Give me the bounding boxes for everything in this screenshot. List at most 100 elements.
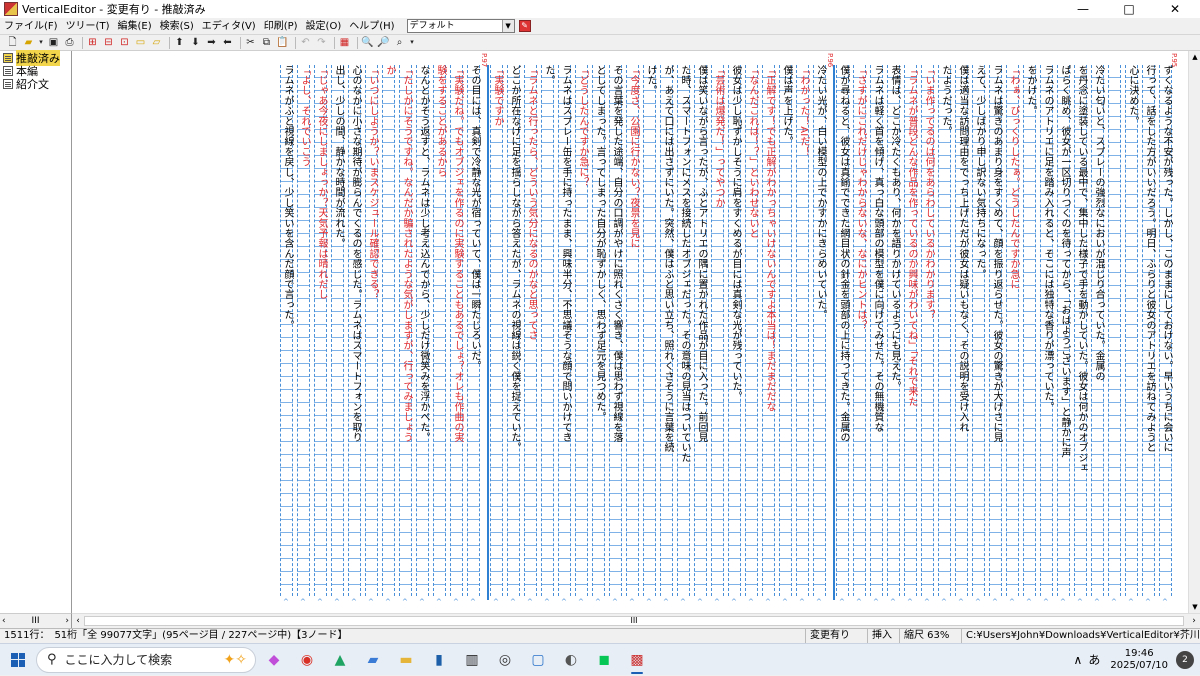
manuscript-column[interactable]: 「芸術は爆発だ！」ってやつか xyxy=(711,65,724,596)
dropdown-arrow-icon[interactable]: ▾ xyxy=(38,36,44,49)
manuscript-column[interactable]: としてしまった。言ってしまった自分が恥ずかしく、思わず足元を見つめた。 xyxy=(592,65,605,596)
google-drive-icon[interactable]: ▲ xyxy=(325,646,355,674)
manuscript-column[interactable]: 験をすることがあるから xyxy=(433,65,446,596)
chevron-right-icon[interactable]: › xyxy=(65,616,69,626)
manuscript-column[interactable]: その言葉を発した途端、自分の口調がやけに照れくさく響き、僕は思わず視線を落 xyxy=(609,65,622,596)
manuscript-column[interactable]: 心に決めた。 xyxy=(1125,65,1138,596)
manuscript-column[interactable]: ぱらく眺め、彼女が一区切りつくのを待ってから、「おはようございます」と静かに声 xyxy=(1057,65,1070,596)
manuscript-column[interactable]: 「さすがにこれだけじゃわからないな、なにかヒントは？ xyxy=(853,65,866,596)
notification-badge[interactable]: 2 xyxy=(1176,650,1194,669)
manuscript-column[interactable]: か xyxy=(382,65,395,596)
notes-app-icon[interactable]: ▰ xyxy=(358,646,388,674)
manuscript-column[interactable]: 彼女は少し恥ずかしそうに肩をすくめるが目には真剣な光が残っていた。 xyxy=(728,65,741,596)
scroll-thumb-icon[interactable]: III xyxy=(32,616,40,626)
copilot-icon[interactable]: ◆ xyxy=(259,646,289,674)
chevron-left-icon[interactable]: ‹ xyxy=(2,616,6,626)
manuscript-column[interactable]: 「どうしたんですか急に？ xyxy=(575,65,588,596)
profile-select[interactable]: デフォルト ▼ xyxy=(406,19,515,33)
arrow-up-icon[interactable]: ⬆ xyxy=(173,36,186,49)
manuscript-column[interactable]: 僕は適当な訪問理由をでっち上げただが彼女は疑いもなく、その説明を受け入れ xyxy=(955,65,968,596)
chevron-down-icon[interactable]: ▼ xyxy=(1189,601,1200,613)
manuscript-column[interactable]: その目には、真剣で冷静な光が宿っていて、僕は一瞬たじろいだ。 xyxy=(467,65,480,596)
arrow-right-icon[interactable]: ➡ xyxy=(205,36,218,49)
manuscript-column[interactable]: 冷たい匂いと、スプレーの強烈なにおいが混じり合っていた。金属の xyxy=(1091,65,1104,596)
print-icon[interactable]: ⎙ xyxy=(63,36,76,49)
manuscript-column[interactable]: 「今度さ、公園に行かない？夜景を見に xyxy=(626,65,639,596)
maximize-button[interactable]: □ xyxy=(1106,0,1152,18)
taskbar-search[interactable]: ⚲ ここに入力して検索 ✦✧ xyxy=(36,646,256,673)
video-app-icon[interactable]: ▮ xyxy=(424,646,454,674)
tree-horizontal-scrollbar[interactable]: ‹ III › xyxy=(0,613,72,628)
menu-settings[interactable]: 設定(O) xyxy=(302,19,346,34)
manuscript-column[interactable]: ラムネは驚きのあまり身をすくめて、顔を振り返らせた。彼女の驚きが大げさに見 xyxy=(989,65,1002,596)
arrow-down-icon[interactable]: ⬇ xyxy=(189,36,202,49)
manuscript-column[interactable]: 「なんだこれは！？」といわせないと xyxy=(745,65,758,596)
menu-tree[interactable]: ツリー(T) xyxy=(62,19,114,34)
manuscript-column[interactable]: 「正解です！でも正解がわかっちゃいけないんですよ本当は！まだまだだな xyxy=(762,65,775,596)
manuscript-column[interactable]: 「ラムネが普段どんな作品を作っているのか興味がわいてね」「それで来た xyxy=(904,65,917,596)
manuscript-column[interactable]: 表情は、どこか冷たくもあり、何かを語りかけているようにも見えた。 xyxy=(887,65,900,596)
paste-icon[interactable]: 📋 xyxy=(276,36,289,49)
copy-icon[interactable]: ⧉ xyxy=(260,36,273,49)
manuscript-column[interactable]: 行って、話をした方がいいだろう。明日、ふらりと彼女のアトリエを訪ねてみようと xyxy=(1142,65,1155,596)
manuscript-column[interactable]: 「実験だね。でもオブジェを作るのに実験することもあるでしょ？オレも作曲の実 xyxy=(450,65,463,596)
sparkle-icon[interactable]: ✦✧ xyxy=(224,652,247,668)
editor-horizontal-scrollbar[interactable]: ‹ III › xyxy=(72,613,1200,628)
manuscript-column[interactable] xyxy=(1108,65,1121,596)
close-button[interactable]: ✕ xyxy=(1152,0,1198,18)
manuscript-column[interactable]: 「実験ですか xyxy=(490,65,503,596)
manuscript-column[interactable]: 出し、少しの間、静かな時間が流れた。 xyxy=(331,65,344,596)
file-explorer-icon[interactable]: ▬ xyxy=(391,646,421,674)
zoom-out-icon[interactable]: 🔎 xyxy=(377,36,390,49)
window-app-icon[interactable]: ▢ xyxy=(523,646,553,674)
manuscript-column[interactable]: けた。 xyxy=(643,65,656,596)
profile-settings-icon[interactable]: ✎ xyxy=(518,20,531,32)
zoom-in-icon[interactable]: 🔍 xyxy=(361,36,374,49)
obs-icon[interactable]: ◎ xyxy=(490,646,520,674)
manuscript-column[interactable]: たようだった。 xyxy=(938,65,951,596)
undo-icon[interactable]: ↶ xyxy=(299,36,312,49)
zoom-reset-icon[interactable]: ⌕ xyxy=(393,36,406,49)
open-folder-icon[interactable]: ▰ xyxy=(22,36,35,49)
menu-edit[interactable]: 編集(E) xyxy=(113,19,155,34)
manuscript-column[interactable]: 「じゃあ今夜にしましょっか？天気予報は晴れだし xyxy=(314,65,327,596)
menu-file[interactable]: ファイル(F) xyxy=(0,19,62,34)
sound-app-icon[interactable]: ◐ xyxy=(556,646,586,674)
tree-folder-open-icon[interactable]: ▱ xyxy=(150,36,163,49)
scroll-thumb[interactable]: III xyxy=(84,616,1184,626)
vertical-scrollbar[interactable]: ▲ ▼ xyxy=(1188,51,1200,613)
manuscript-column[interactable]: どこか所在なげに足を揺らしながら答えたが、ラムネの視線は鋭く僕を捉えていた。 xyxy=(507,65,520,596)
vertical-editor[interactable]: P.95 ずくなるような不安が残った。しかし、このままにしておけない。早いうちに会… xyxy=(72,51,1188,613)
manuscript-column[interactable]: 僕が尋ねると、彼女は真鍮でできた網目状の針金を頭部の上に持ってきた。金属の xyxy=(836,65,849,596)
minimize-button[interactable]: — xyxy=(1060,0,1106,18)
manuscript-column[interactable]: た時、スマートフォンにメスを接続したオブジェだった。その意味の見当はついていた xyxy=(677,65,690,596)
new-file-icon[interactable]: 🗋 xyxy=(6,36,19,49)
manuscript-column[interactable]: 僕は声を上げた。 xyxy=(779,65,792,596)
chevron-up-icon[interactable]: ∧ xyxy=(1074,653,1083,667)
cut-icon[interactable]: ✂ xyxy=(244,36,257,49)
manuscript-column[interactable]: が、あえて口には出さずにいた。突然、僕はふと思い立ち、照れくさそうに言葉を続 xyxy=(660,65,673,596)
manuscript-column[interactable]: ラムネは軽く首を傾げ、真っ白な頭部の模型を僕に向けてみせた。その無機質な xyxy=(870,65,883,596)
manuscript-column[interactable]: えて、少しばかり申し訳ない気持ちになった。 xyxy=(972,65,985,596)
tree-node-icon[interactable]: ⊡ xyxy=(118,36,131,49)
grid-manuscript-icon[interactable]: ▦ xyxy=(338,36,351,49)
arrow-left-icon[interactable]: ⬅ xyxy=(221,36,234,49)
vertical-editor-taskbar-icon[interactable]: ▩ xyxy=(622,646,652,674)
tree-folder-icon[interactable]: ▭ xyxy=(134,36,147,49)
menu-help[interactable]: ヘルプ(H) xyxy=(345,19,398,34)
manuscript-column[interactable]: ずくなるような不安が残った。しかし、このままにしておけない。早いうちに会いに xyxy=(1159,65,1172,596)
menu-editor[interactable]: エディタ(V) xyxy=(198,19,260,34)
chevron-right-icon[interactable]: › xyxy=(1188,614,1200,628)
manuscript-column[interactable]: ラムネのアトリエに足を踏み入れると、そこには独特な香りが漂っていた。 xyxy=(1040,65,1053,596)
line-icon[interactable]: ◼ xyxy=(589,646,619,674)
manuscript-column[interactable]: 「わかった！AIだ！ xyxy=(796,65,809,596)
manuscript-column[interactable]: を丹念に塗装している最中で、集中した様子で手を動かしていた。彼女は何かのオブジェ xyxy=(1074,65,1087,596)
manuscript-column[interactable]: 冷たい光が、白い模型の上でかすかにきらめいていた。 xyxy=(813,65,826,596)
film-app-icon[interactable]: ▥ xyxy=(457,646,487,674)
menu-search[interactable]: 検索(S) xyxy=(156,19,198,34)
manuscript-column[interactable]: 「よし、それでいこう xyxy=(297,65,310,596)
manuscript-column[interactable]: 「いつにしようか？いまスケジュール確認できる？ xyxy=(365,65,378,596)
tree-add-icon[interactable]: ⊞ xyxy=(86,36,99,49)
manuscript-column[interactable]: 僕は笑いながら言ったが、ふとアトリエの隅に置かれた作品が目に入った。前回見 xyxy=(694,65,707,596)
chevron-left-icon[interactable]: ‹ xyxy=(72,614,84,628)
